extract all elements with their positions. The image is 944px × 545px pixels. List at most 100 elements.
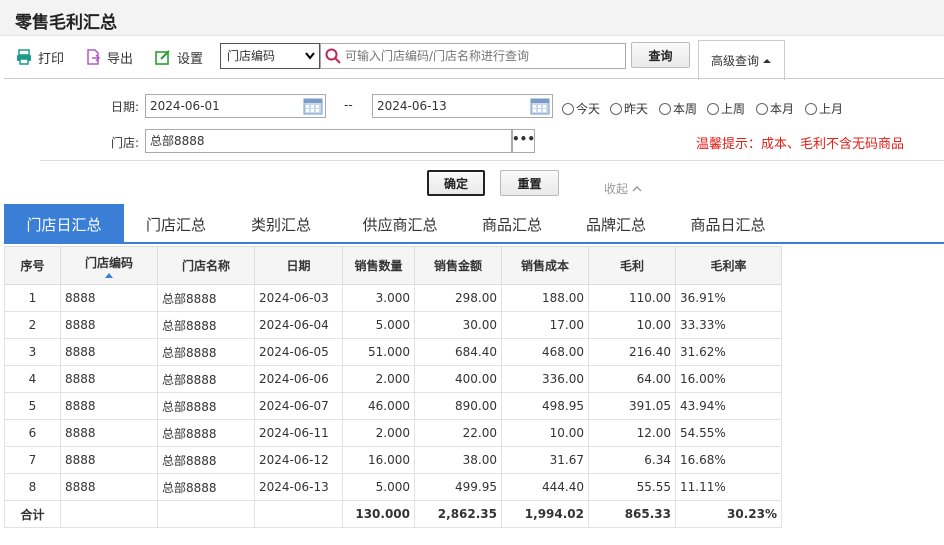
table-cell: 2.000 — [342, 419, 415, 447]
table-cell: 2024-06-07 — [254, 392, 343, 420]
radio-dot — [610, 102, 622, 115]
column-header[interactable]: 毛利 — [588, 246, 676, 285]
radio-dot — [562, 102, 574, 115]
radio-today[interactable]: 今天 — [562, 100, 600, 117]
column-header[interactable]: 销售数量 — [342, 246, 415, 285]
divider — [40, 160, 944, 161]
radio-label: 本周 — [673, 102, 698, 116]
radio-this-week[interactable]: 本周 — [659, 100, 697, 117]
table-row[interactable]: 6 8888 总部8888 2024-06-11 2.000 22.00 10.00 12.0… — [4, 419, 782, 447]
column-header[interactable]: 序号 — [4, 246, 61, 285]
tab-category[interactable]: 类别汇总 — [230, 204, 332, 244]
table-cell: 391.05 — [588, 392, 676, 420]
table-cell: 8888 — [60, 311, 158, 339]
table-row[interactable]: 5 8888 总部8888 2024-06-07 46.000 890.00 498.95 3… — [4, 392, 782, 420]
search-input[interactable] — [345, 46, 621, 66]
column-header-sorted[interactable]: 门店编码 — [60, 246, 158, 285]
table-cell: 2024-06-13 — [254, 473, 343, 501]
collapse-link[interactable]: 收起 — [604, 180, 642, 197]
calendar-icon[interactable] — [530, 97, 550, 115]
table-cell: 110.00 — [588, 284, 676, 312]
store-more-button[interactable]: ••• — [511, 129, 535, 153]
table-cell: 400.00 — [414, 365, 502, 393]
radio-yesterday[interactable]: 昨天 — [610, 100, 648, 117]
radio-label: 上周 — [721, 102, 746, 116]
table-cell: 3 — [4, 338, 61, 366]
store-field[interactable]: 总部8888 — [145, 129, 513, 153]
table-cell: 11.11% — [675, 473, 782, 501]
table-cell: 64.00 — [588, 365, 676, 393]
table-cell: 43.94% — [675, 392, 782, 420]
table-row[interactable]: 7 8888 总部8888 2024-06-12 16.000 38.00 31.67 6.3… — [4, 446, 782, 474]
radio-last-month[interactable]: 上月 — [805, 100, 843, 117]
table-row[interactable]: 2 8888 总部8888 2024-06-04 5.000 30.00 17.00 10.0… — [4, 311, 782, 339]
column-header[interactable]: 门店名称 — [157, 246, 255, 285]
table-row[interactable]: 3 8888 总部8888 2024-06-05 51.000 684.40 468.00 2… — [4, 338, 782, 366]
settings-label: 设置 — [177, 51, 204, 67]
table-cell: 4 — [4, 365, 61, 393]
table-cell: 468.00 — [501, 338, 589, 366]
caret-up-icon — [763, 58, 771, 63]
table-cell — [254, 500, 343, 528]
table-cell: 8888 — [60, 365, 158, 393]
field-select[interactable]: 门店编码 — [220, 43, 320, 69]
print-button[interactable]: 打印 — [16, 47, 64, 67]
tab-product-daily[interactable]: 商品日汇总 — [668, 204, 788, 244]
edit-icon — [155, 50, 170, 65]
settings-button[interactable]: 设置 — [155, 47, 203, 67]
table-cell: 8888 — [60, 338, 158, 366]
table-cell: 36.91% — [675, 284, 782, 312]
reset-button[interactable]: 重置 — [500, 170, 559, 196]
print-label: 打印 — [38, 51, 65, 67]
table-row[interactable]: 1 8888 总部8888 2024-06-03 3.000 298.00 188.00 11… — [4, 284, 782, 312]
table-cell: 2024-06-12 — [254, 446, 343, 474]
search-box[interactable] — [320, 43, 626, 69]
table-cell: 216.40 — [588, 338, 676, 366]
table-row[interactable]: 4 8888 总部8888 2024-06-06 2.000 400.00 336.00 64… — [4, 365, 782, 393]
table-total-row[interactable]: 合计 130.000 2,862.35 1,994.02 865.33 30.23% — [4, 500, 782, 528]
radio-this-month[interactable]: 本月 — [756, 100, 794, 117]
tab-product[interactable]: 商品汇总 — [460, 204, 564, 244]
export-button[interactable]: 导出 — [85, 47, 133, 67]
date-to-field[interactable]: 2024-06-13 — [372, 94, 553, 118]
table-cell: 298.00 — [414, 284, 502, 312]
query-button[interactable]: 查询 — [631, 42, 690, 68]
table-cell: 2024-06-04 — [254, 311, 343, 339]
table-cell: 1 — [4, 284, 61, 312]
warning-tip: 温馨提示：成本、毛利不含无码商品 — [696, 137, 905, 152]
radio-label: 昨天 — [624, 102, 649, 116]
date-label: 日期: — [111, 100, 140, 114]
table-cell: 总部8888 — [157, 284, 255, 312]
tab-brand[interactable]: 品牌汇总 — [564, 204, 668, 244]
calendar-icon[interactable] — [303, 97, 323, 115]
column-header[interactable]: 毛利率 — [675, 246, 782, 285]
table-cell: 2,862.35 — [414, 500, 502, 528]
table-header-row: 序号 门店编码 门店名称 日期 销售数量 销售金额 销售成本 毛利 毛利率 — [4, 246, 782, 285]
table-row[interactable]: 8 8888 总部8888 2024-06-13 5.000 499.95 444.40 55… — [4, 473, 782, 501]
table-cell: 总部8888 — [157, 392, 255, 420]
chevron-down-icon — [305, 52, 315, 60]
table-cell: 总部8888 — [157, 419, 255, 447]
tab-store-daily[interactable]: 门店日汇总 — [4, 204, 124, 244]
column-header[interactable]: 日期 — [254, 246, 343, 285]
radio-dot — [659, 102, 671, 115]
table-cell: 6 — [4, 419, 61, 447]
advanced-query-tab[interactable]: 高级查询 — [698, 40, 785, 80]
table-cell: 684.40 — [414, 338, 502, 366]
column-header[interactable]: 销售成本 — [501, 246, 589, 285]
tab-supplier[interactable]: 供应商汇总 — [340, 204, 460, 244]
table-cell: 188.00 — [501, 284, 589, 312]
title-bar: 零售毛利汇总 — [0, 0, 944, 36]
confirm-button[interactable]: 确定 — [427, 170, 485, 196]
export-label: 导出 — [107, 51, 134, 67]
table-cell: 890.00 — [414, 392, 502, 420]
radio-last-week[interactable]: 上周 — [707, 100, 745, 117]
date-from-field[interactable]: 2024-06-01 — [145, 94, 326, 118]
table-cell: 51.000 — [342, 338, 415, 366]
table-cell: 合计 — [4, 500, 61, 528]
column-header[interactable]: 销售金额 — [414, 246, 502, 285]
table-cell — [157, 500, 255, 528]
table-cell: 30.00 — [414, 311, 502, 339]
table-cell: 1,994.02 — [501, 500, 589, 528]
tab-store[interactable]: 门店汇总 — [128, 204, 224, 244]
